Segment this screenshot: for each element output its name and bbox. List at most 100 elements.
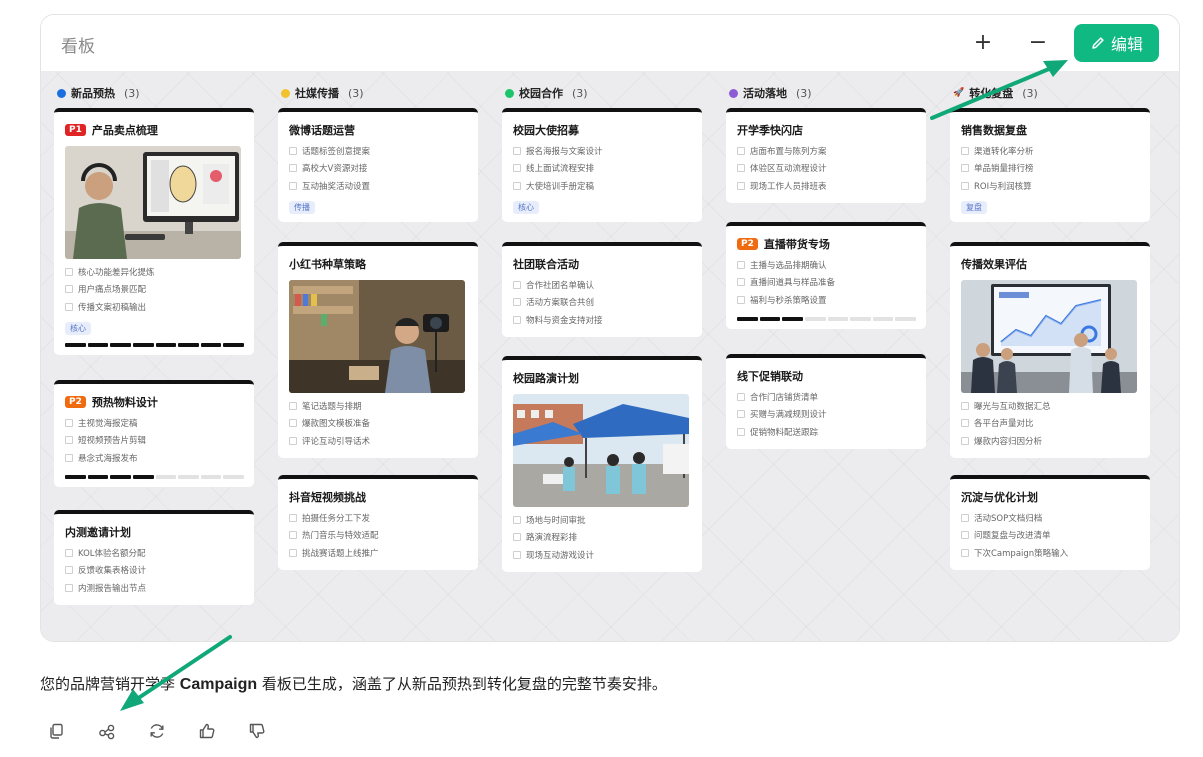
task-item: 主视觉海报定稿 (65, 414, 244, 432)
task-item: 悬念式海报发布 (65, 449, 244, 467)
task-label: 报名海报与文案设计 (526, 146, 603, 157)
task-item: 渠道转化率分析 (961, 142, 1140, 160)
card-title-text: 内测邀请计划 (65, 526, 131, 539)
status-dot-icon (57, 88, 66, 98)
kanban-card[interactable]: 校园大使招募 报名海报与文案设计 线上面试流程安排 大使培训手册定稿 核心 (502, 108, 702, 222)
task-item: 传播文案初稿输出 (65, 298, 244, 316)
kanban-card[interactable]: 微博话题运营 话题标签创意提案 高校大V资源对接 互动抽奖活动设置 传播 (278, 108, 478, 222)
card-title: 内测邀请计划 (65, 524, 244, 540)
task-checkbox[interactable] (961, 531, 969, 540)
task-checkbox[interactable] (737, 278, 745, 287)
task-checkbox[interactable] (289, 164, 297, 173)
task-checkbox[interactable] (737, 410, 745, 419)
task-checkbox[interactable] (289, 548, 297, 557)
task-checkbox[interactable] (289, 419, 297, 428)
task-checkbox[interactable] (289, 531, 297, 540)
task-checkbox[interactable] (513, 164, 521, 173)
progress-segment (65, 342, 86, 347)
task-list: 笔记选题与排期 爆款图文模板准备 评论互动引导话术 (289, 397, 468, 450)
task-checkbox[interactable] (961, 401, 969, 410)
task-checkbox[interactable] (961, 419, 969, 428)
kanban-card[interactable]: 开学季快闪店 店面布置与陈列方案 体验区互动流程设计 现场工作人员排班表 (726, 108, 926, 203)
task-checkbox[interactable] (65, 566, 73, 575)
task-label: 笔记选题与排期 (302, 401, 362, 412)
zoom-in-button[interactable]: + (969, 29, 997, 57)
column-header: 活动落地 (3) (729, 85, 812, 101)
task-list: 曝光与互动数据汇总 各平台声量对比 爆款内容归因分析 (961, 397, 1140, 450)
task-label: 问题复盘与改进清单 (974, 531, 1051, 542)
task-checkbox[interactable] (289, 401, 297, 410)
kanban-card[interactable]: 传播效果评估 曝光与互动数据汇总 各平台声量对比 爆款内容归因分析 (950, 242, 1150, 458)
task-checkbox[interactable] (513, 146, 521, 155)
kanban-card[interactable]: 社团联合活动 合作社团名单确认 活动方案联合共创 物料与资金支持对接 (502, 242, 702, 337)
task-checkbox[interactable] (737, 181, 745, 190)
task-checkbox[interactable] (513, 550, 521, 559)
regenerate-icon[interactable] (148, 722, 166, 740)
task-label: 拍摄任务分工下发 (302, 513, 371, 524)
kanban-card[interactable]: 销售数据复盘 渠道转化率分析 单品销量排行榜 ROI与利润核算 复盘 (950, 108, 1150, 222)
task-checkbox[interactable] (961, 436, 969, 445)
task-checkbox[interactable] (961, 548, 969, 557)
summary-bold: Campaign (179, 676, 258, 693)
task-checkbox[interactable] (737, 260, 745, 269)
share-icon[interactable] (98, 722, 116, 740)
thumbs-up-icon[interactable] (198, 722, 216, 740)
task-checkbox[interactable] (65, 418, 73, 427)
task-checkbox[interactable] (65, 453, 73, 462)
task-checkbox[interactable] (737, 427, 745, 436)
kanban-card[interactable]: P2 直播带货专场 主播与选品排期确认 直播间道具与样品准备 福利与秒杀策略设置 (726, 222, 926, 329)
task-checkbox[interactable] (737, 146, 745, 155)
zoom-out-button[interactable]: − (1024, 29, 1052, 57)
task-checkbox[interactable] (513, 298, 521, 307)
kanban-card[interactable]: 线下促销联动 合作门店铺货清单 买赠与满减规则设计 促销物料配送跟踪 (726, 354, 926, 449)
kanban-card[interactable]: 内测邀请计划 KOL体验名额分配 反馈收集表格设计 内测报告输出节点 (54, 510, 254, 605)
task-checkbox[interactable] (65, 267, 73, 276)
task-checkbox[interactable] (513, 181, 521, 190)
task-checkbox[interactable] (289, 181, 297, 190)
thumbs-down-icon[interactable] (248, 722, 266, 740)
kanban-card[interactable]: P1 产品卖点梳理 核心功能差异化提炼 用户痛点场景匹配 传播文案初稿输出 核心 (54, 108, 254, 355)
kanban-card[interactable]: 抖音短视频挑战 拍摄任务分工下发 热门音乐与特效适配 挑战赛话题上线推广 (278, 475, 478, 570)
task-checkbox[interactable] (65, 548, 73, 557)
task-checkbox[interactable] (961, 181, 969, 190)
task-checkbox[interactable] (65, 285, 73, 294)
dorm-vlogger-photo (289, 280, 465, 393)
task-checkbox[interactable] (961, 164, 969, 173)
card-title-text: 预热物料设计 (91, 396, 158, 409)
task-checkbox[interactable] (513, 315, 521, 324)
progress-segment (87, 342, 109, 347)
copy-icon[interactable] (48, 722, 66, 740)
card-title-text: 小红书种草策略 (289, 258, 366, 271)
task-checkbox[interactable] (961, 513, 969, 522)
task-checkbox[interactable] (289, 513, 297, 522)
task-checkbox[interactable] (737, 392, 745, 401)
task-label: 高校大V资源对接 (302, 164, 368, 175)
task-checkbox[interactable] (513, 280, 521, 289)
task-checkbox[interactable] (961, 146, 969, 155)
kanban-card[interactable]: 沉淀与优化计划 活动SOP文档归档 问题复盘与改进清单 下次Campaign策略输入 (950, 475, 1150, 570)
task-label: 直播间道具与样品准备 (750, 278, 836, 289)
task-checkbox[interactable] (513, 515, 521, 524)
task-label: 单品销量排行榜 (974, 164, 1034, 175)
progress-segment (132, 342, 154, 347)
task-item: 笔记选题与排期 (289, 397, 468, 415)
task-checkbox[interactable] (737, 295, 745, 304)
progress-segment (872, 316, 894, 321)
task-checkbox[interactable] (65, 436, 73, 445)
task-label: 促销物料配送跟踪 (750, 427, 819, 438)
task-checkbox[interactable] (65, 583, 73, 592)
kanban-card[interactable]: 小红书种草策略 笔记选题与排期 爆款图文模板准备 评论互动引导话术 (278, 242, 478, 458)
task-item: 合作社团名单确认 (513, 276, 692, 294)
edit-button[interactable]: 编辑 (1074, 24, 1159, 62)
column-name: 活动落地 (743, 87, 787, 100)
card-title-text: 直播带货专场 (763, 238, 830, 251)
task-checkbox[interactable] (289, 146, 297, 155)
kanban-card[interactable]: P2 预热物料设计 主视觉海报定稿 短视频预告片剪辑 悬念式海报发布 (54, 380, 254, 487)
kanban-card[interactable]: 校园路演计划 场地与时间审批 路演流程彩排 现场互动游戏设计 (502, 356, 702, 572)
task-checkbox[interactable] (513, 533, 521, 542)
task-checkbox[interactable] (737, 164, 745, 173)
task-checkbox[interactable] (65, 302, 73, 311)
status-dot-icon (729, 88, 738, 98)
task-checkbox[interactable] (289, 436, 297, 445)
task-list: 拍摄任务分工下发 热门音乐与特效适配 挑战赛话题上线推广 (289, 509, 468, 562)
